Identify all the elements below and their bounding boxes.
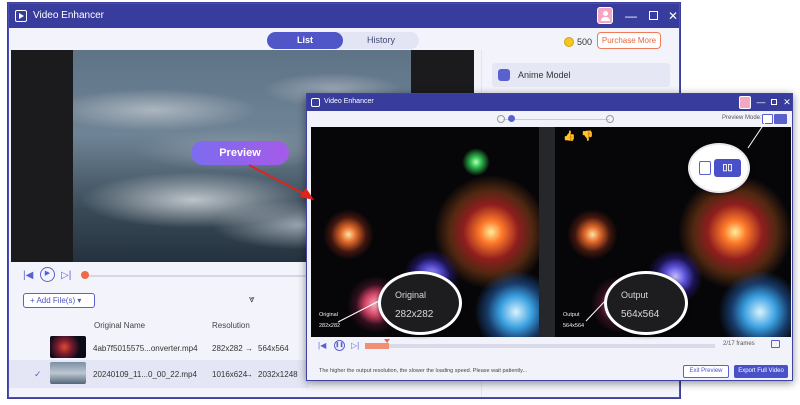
frame-track[interactable] [365,344,715,348]
screenshot-icon[interactable] [771,340,780,348]
file-list-toolbar: + Add File(s) ▾ ⩔ [9,290,309,316]
export-full-video-button[interactable]: Export Full Video [734,365,788,378]
table-row[interactable]: 4ab7f5015575...onverter.mp4 282x282 → 56… [9,334,309,362]
app-logo-icon [311,98,320,107]
close-icon[interactable]: ✕ [781,96,792,108]
seek-bar[interactable] [85,275,315,277]
magnified-original-resolution: 282x282 [395,309,434,320]
seek-handle[interactable] [81,271,89,279]
arrow-icon: → [245,344,253,353]
preview-footer: The higher the output resolution, the sl… [307,362,792,380]
zoom-out-icon[interactable] [497,115,505,123]
check-icon[interactable]: ✓ [34,369,42,380]
tab-list[interactable]: List [267,32,343,49]
anime-model-label: Anime Model [518,70,571,80]
anime-model-option[interactable]: Anime Model [492,63,670,87]
close-icon[interactable]: ✕ [665,8,679,24]
play-icon[interactable]: ▶ [40,267,55,282]
coin-icon [564,37,574,47]
preview-mode-magnifier: ▯▯ [688,143,750,193]
col-resolution: Resolution [212,321,250,330]
preview-toolbar: Preview Mode: [307,111,792,127]
preview-playback-controls: |◀ ❚❚ ▷| 2/17 frames [307,337,792,355]
firework-burst [461,147,491,177]
frame-counter: 2/17 frames [723,341,755,347]
window-title: Video Enhancer [33,10,104,21]
next-frame-icon[interactable]: ▷| [61,270,71,281]
add-files-button[interactable]: + Add File(s) ▾ [23,293,95,308]
next-frame-icon[interactable]: ▷| [351,341,359,350]
output-magnifier: Output 564x564 [604,271,688,335]
table-row[interactable]: ✓ 20240109_11...0_00_22.mp4 1016x624 → 2… [9,360,309,388]
original-label: Original [319,312,338,318]
original-magnifier: Original 282x282 [378,271,462,335]
thumbs-up-icon[interactable]: 👍 [563,131,575,142]
thumbs-down-icon[interactable]: 👎 [581,131,593,142]
preview-window-title: Video Enhancer [324,98,374,105]
arrow-icon: → [245,370,253,379]
frame-track-progress [365,343,389,349]
screenshot-frame: Video Enhancer — ✕ List History 500 Purc… [0,0,800,405]
file-table-header: Original Name Resolution [9,316,309,336]
prev-frame-icon[interactable]: |◀ [318,341,326,350]
input-resolution: 282x282 [212,344,243,353]
pane-divider [539,127,555,337]
preview-button[interactable]: Preview [191,141,289,165]
maximize-icon[interactable] [645,8,661,24]
firework-burst [321,207,376,262]
merge-icon[interactable]: ⩔ [249,294,255,305]
play-icon[interactable]: ❚❚ [334,340,345,351]
credit-count: 500 [577,37,593,47]
anime-model-icon [498,69,510,81]
file-name: 20240109_11...0_00_22.mp4 [93,370,197,379]
user-icon[interactable] [739,96,751,109]
video-thumbnail [50,336,86,358]
preview-title-bar: Video Enhancer — ✕ [307,94,792,111]
minimize-icon[interactable]: — [623,8,639,24]
magnified-original-label: Original [395,290,427,300]
maximize-icon[interactable] [768,96,780,108]
output-resolution: 564x564 [563,323,585,329]
output-resolution: 564x564 [258,344,289,353]
input-resolution: 1016x624 [212,370,248,379]
loading-hint: The higher the output resolution, the sl… [319,368,528,374]
preview-window: Video Enhancer — ✕ Preview Mode: 👍 👎 |◀ … [306,93,793,381]
magnified-output-resolution: 564x564 [621,309,660,320]
video-thumbnail [50,362,86,384]
tab-switcher: List History [267,32,419,49]
split-view-icon: ▯▯ [714,159,741,177]
prev-frame-icon[interactable]: |◀ [23,270,33,281]
frame-marker[interactable] [384,339,390,343]
single-view-icon [699,161,711,175]
preview-mode-label: Preview Mode: [722,115,762,121]
tab-history[interactable]: History [343,32,419,49]
split-view-icon[interactable] [774,114,787,124]
magnified-output-label: Output [621,290,649,300]
firework-burst [565,207,620,262]
col-original-name: Original Name [94,321,146,330]
title-bar: Video Enhancer — ✕ [9,4,679,28]
feedback-bar: 👍 👎 [563,131,603,145]
purchase-more-button[interactable]: Purchase More [597,32,661,49]
file-name: 4ab7f5015575...onverter.mp4 [93,344,198,353]
app-logo-icon [15,10,27,22]
original-resolution: 282x282 [319,323,341,329]
zoom-slider[interactable] [503,119,609,120]
single-view-icon[interactable] [762,114,773,124]
output-resolution: 2032x1248 [258,370,298,379]
output-label: Output [563,312,580,318]
user-icon[interactable] [597,7,613,24]
zoom-handle[interactable] [508,115,515,122]
zoom-in-icon[interactable] [606,115,614,123]
minimize-icon[interactable]: — [755,96,767,108]
exit-preview-button[interactable]: Exit Preview [683,365,729,378]
